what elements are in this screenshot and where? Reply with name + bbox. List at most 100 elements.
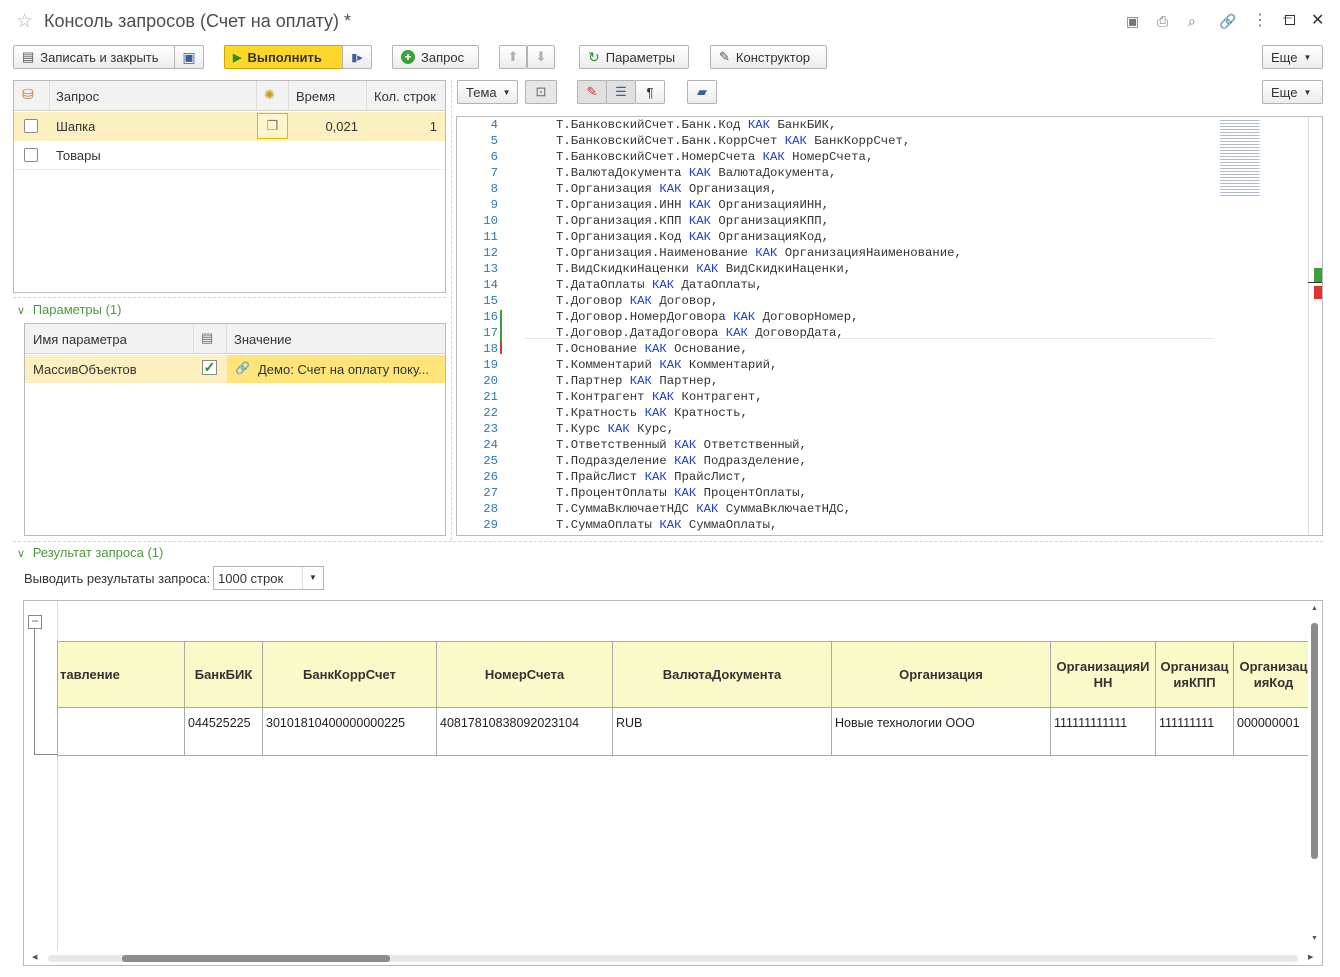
result-column-header[interactable]: ОрганизацияИ НН (1050, 641, 1156, 708)
horizontal-scroll-thumb[interactable] (122, 955, 390, 962)
close-icon[interactable]: ✕ (1311, 10, 1324, 30)
format-button[interactable]: ⊡ (525, 80, 557, 104)
code-line[interactable]: Т.Организация.КПП КАК ОрганизацияКПП, (556, 213, 829, 229)
save-close-icon: ▤ (22, 49, 35, 64)
execute-button[interactable]: ▶ Выполнить (224, 45, 343, 69)
align-button[interactable]: ☰ (606, 80, 636, 104)
scroll-up-icon[interactable]: ▲ (1311, 605, 1318, 612)
column-param-name[interactable]: Имя параметра (33, 332, 127, 347)
floppy-icon: ▣ (182, 48, 196, 65)
execute-options-button[interactable]: ▮▸ (342, 45, 372, 69)
editor-more-button[interactable]: Еще ▼ (1262, 80, 1323, 104)
limit-label: Выводить результаты запроса: (24, 571, 211, 586)
code-line[interactable]: Т.Договор КАК Договор, (556, 293, 718, 309)
move-up-button[interactable]: ⬆ (499, 45, 527, 69)
code-line[interactable]: Т.Организация.ИНН КАК ОрганизацияИНН, (556, 197, 829, 213)
code-line[interactable]: Т.ДатаОплаты КАК ДатаОплаты, (556, 277, 763, 293)
code-line[interactable]: Т.Организация.Код КАК ОрганизацияКод, (556, 229, 829, 245)
maximize-icon[interactable] (1285, 15, 1295, 25)
result-cell[interactable]: 111111111111 (1050, 707, 1156, 756)
scroll-right-icon[interactable]: ▶ (1308, 953, 1313, 961)
preview-icon[interactable]: ⌕ (1188, 13, 1196, 30)
result-cell[interactable]: 000000001 (1233, 707, 1314, 756)
code-line[interactable]: Т.БанковскийСчет.НомерСчета КАК НомерСче… (556, 149, 873, 165)
result-column-header[interactable]: Организация (831, 641, 1051, 708)
result-cell[interactable]: 30101810400000000225 (262, 707, 437, 756)
code-line[interactable]: Т.Кратность КАК Кратность, (556, 405, 748, 421)
move-down-button[interactable]: ⬇ (527, 45, 555, 69)
print-icon[interactable]: ⎙ (1157, 13, 1168, 30)
parameter-value[interactable]: Демо: Счет на оплату поку... (258, 362, 443, 377)
result-column-header[interactable]: НомерСчета (436, 641, 613, 708)
menu-dots-icon[interactable]: ⋮ (1252, 10, 1268, 30)
add-query-button[interactable]: + Запрос (392, 45, 479, 69)
column-query[interactable]: Запрос (56, 89, 99, 104)
save-button[interactable]: ▣ (174, 45, 204, 69)
collapse-icon[interactable]: − (28, 615, 42, 629)
save-icon[interactable]: ▣ (1126, 13, 1139, 30)
result-cell[interactable]: 044525225 (184, 707, 263, 756)
result-column-header[interactable]: тавление (57, 641, 185, 708)
code-line[interactable]: Т.Организация.Наименование КАК Организац… (556, 245, 962, 261)
column-param-value[interactable]: Значение (234, 332, 292, 347)
line-number: 11 (483, 230, 498, 244)
result-column-header[interactable]: БанкБИК (184, 641, 263, 708)
code-line[interactable]: Т.Подразделение КАК Подразделение, (556, 453, 807, 469)
scroll-down-icon[interactable]: ▼ (1311, 935, 1318, 942)
code-line[interactable]: Т.ВидСкидкиНаценки КАК ВидСкидкиНаценки, (556, 261, 851, 277)
highlight-button[interactable]: ✎ (577, 80, 607, 104)
result-column-header[interactable]: Организац ияКод (1233, 641, 1314, 708)
code-line[interactable]: Т.БанковскийСчет.Банк.Код КАК БанкБИК, (556, 117, 836, 133)
parameters-group-toggle[interactable]: ∨ Параметры (1) (17, 302, 122, 317)
copy-icon[interactable]: ❐ (257, 113, 288, 139)
code-line[interactable]: Т.БанковскийСчет.Банк.КоррСчет КАК БанкК… (556, 133, 910, 149)
result-cell[interactable]: 40817810838092023104 (436, 707, 613, 756)
code-line[interactable]: Т.Партнер КАК Партнер, (556, 373, 718, 389)
query-row-goods[interactable]: Товары (14, 141, 445, 170)
eraser-button[interactable]: ▰ (687, 80, 717, 104)
more-button[interactable]: Еще ▼ (1262, 45, 1323, 69)
result-cell[interactable]: 111111111 (1155, 707, 1234, 756)
vertical-scroll-thumb[interactable] (1311, 623, 1318, 859)
pilcrow-button[interactable]: ¶ (635, 80, 665, 104)
favorite-star-icon[interactable]: ☆ (16, 10, 33, 33)
query-checkbox[interactable] (24, 119, 38, 133)
result-cell[interactable] (57, 707, 185, 756)
link-icon[interactable]: 🔗 (1219, 13, 1236, 30)
line-number: 13 (483, 262, 498, 276)
constructor-button[interactable]: ✎ Конструктор (710, 45, 827, 69)
result-column-header[interactable]: БанкКоррСчет (262, 641, 437, 708)
result-cell[interactable]: Новые технологии ООО (831, 707, 1051, 756)
code-line[interactable]: Т.Основание КАК Основание, (556, 341, 748, 357)
code-line[interactable]: Т.Контрагент КАК Контрагент, (556, 389, 763, 405)
result-column-header[interactable]: Организац ияКПП (1155, 641, 1234, 708)
horizontal-scrollbar[interactable]: ◀ ▶ (24, 951, 1322, 965)
query-checkbox[interactable] (24, 148, 38, 162)
parameter-row[interactable]: МассивОбъектов ✓ 🔗 Демо: Счет на оплату … (25, 355, 445, 383)
result-cell[interactable]: RUB (612, 707, 832, 756)
parameter-checkbox-checked[interactable]: ✓ (202, 360, 217, 375)
code-line[interactable]: Т.ПрайсЛист КАК ПрайсЛист, (556, 469, 748, 485)
code-line[interactable]: Т.Комментарий КАК Комментарий, (556, 357, 777, 373)
scroll-left-icon[interactable]: ◀ (32, 953, 37, 961)
limit-select[interactable]: 1000 строк ▼ (213, 566, 324, 590)
vertical-scrollbar[interactable]: ▲ ▼ (1308, 601, 1322, 951)
query-row-header[interactable]: Шапка ❐ 0,021 1 (14, 112, 445, 141)
theme-dropdown[interactable]: Тема ▼ (457, 80, 518, 104)
parameters-button[interactable]: ↻ Параметры (579, 45, 689, 69)
result-spreadsheet[interactable]: − тавление БанкБИК БанкКоррСчет НомерСчета В… (23, 600, 1323, 966)
code-line[interactable]: Т.СуммаВключаетНДС КАК СуммаВключаетНДС, (556, 501, 851, 517)
code-line[interactable]: Т.Ответственный КАК Ответственный, (556, 437, 807, 453)
code-line[interactable]: Т.ПроцентОплаты КАК ПроцентОплаты, (556, 485, 807, 501)
column-rows[interactable]: Кол. строк (374, 89, 436, 104)
code-line[interactable]: Т.Организация КАК Организация, (556, 181, 777, 197)
save-and-close-button[interactable]: ▤ Записать и закрыть (13, 45, 175, 69)
code-line[interactable]: Т.СуммаОплаты КАК СуммаОплаты, (556, 517, 777, 533)
code-line[interactable]: Т.ВалютаДокумента КАК ВалютаДокумента, (556, 165, 836, 181)
code-line[interactable]: Т.Курс КАК Курс, (556, 421, 674, 437)
change-marker (500, 310, 502, 342)
result-group-toggle[interactable]: ∨ Результат запроса (1) (17, 545, 163, 560)
result-column-header[interactable]: ВалютаДокумента (612, 641, 832, 708)
code-line[interactable]: Т.Договор.НомерДоговора КАК ДоговорНомер… (556, 309, 859, 325)
column-time[interactable]: Время (296, 89, 335, 104)
